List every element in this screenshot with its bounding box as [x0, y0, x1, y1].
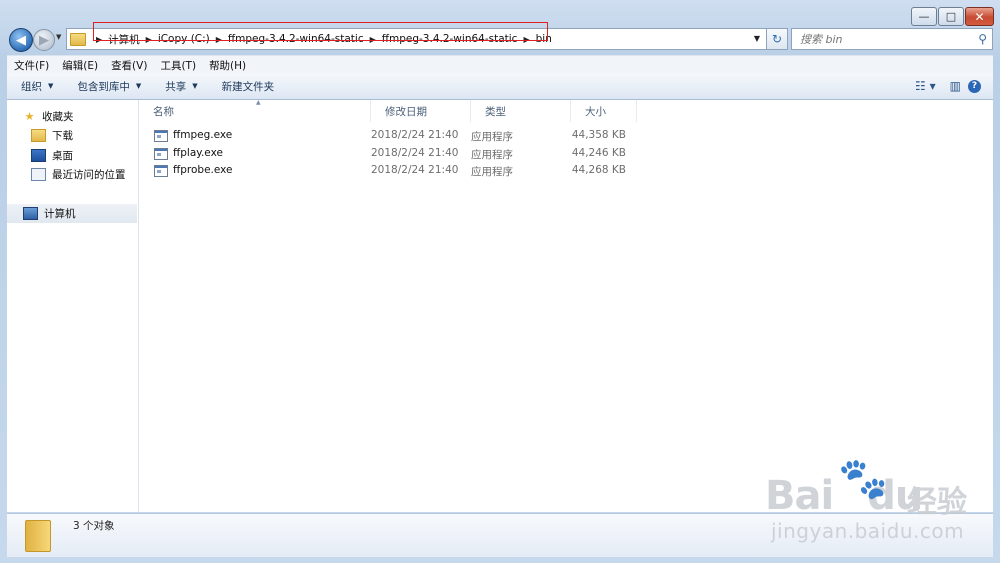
file-type: 应用程序 [471, 149, 513, 161]
file-type: 应用程序 [471, 166, 513, 178]
watermark-url: jingyan.baidu.com [771, 519, 965, 543]
include-in-library-label: 包含到库中 [77, 80, 130, 93]
explorer-window: — □ ✕ ◀ ▶ ▼ ▶ 计算机 ▶ iCopy (C:) ▶ ffmpeg-… [0, 0, 1000, 563]
column-header-type[interactable]: 类型 [471, 100, 571, 122]
column-header-label: 大小 [585, 105, 606, 118]
recent-places-icon [31, 168, 46, 181]
column-header-label: 名称 [153, 105, 174, 118]
file-type: 应用程序 [471, 131, 513, 143]
item-count-status: 3 个对象 [73, 520, 115, 532]
forward-button[interactable]: ▶ [33, 29, 55, 51]
toolbar-right-group: ☷ ▾ ▥ ? [908, 73, 993, 99]
command-bar: 组织 ▼ 包含到库中 ▼ 共享 ▼ 新建文件夹 ☷ ▾ ▥ ? [7, 73, 993, 100]
recent-pages-dropdown[interactable]: ▼ [56, 33, 61, 41]
file-row[interactable]: ffplay.exe 2018/2/24 21:40 应用程序 44,246 K… [139, 145, 639, 163]
application-icon [154, 148, 168, 160]
column-header-name[interactable]: 名称 [139, 100, 371, 122]
file-name: ffprobe.exe [173, 164, 233, 176]
column-header-label: 修改日期 [385, 105, 427, 118]
sidebar-item-computer[interactable]: 计算机 [23, 206, 76, 221]
column-header-label: 类型 [485, 105, 506, 118]
sidebar-item-recent[interactable]: 最近访问的位置 [31, 167, 126, 182]
new-folder-label: 新建文件夹 [221, 80, 275, 93]
close-button[interactable]: ✕ [965, 7, 994, 26]
search-input[interactable] [798, 32, 967, 47]
sidebar-item-desktop[interactable]: 桌面 [31, 148, 73, 163]
menu-edit[interactable]: 编辑(E) [55, 58, 104, 73]
back-button[interactable]: ◀ [9, 28, 33, 52]
sidebar-item-downloads[interactable]: 下载 [31, 128, 73, 143]
share-button[interactable]: 共享 ▼ [151, 79, 207, 94]
content-area: ★ 收藏夹 下载 桌面 最近访问的位置 计算机 ▲ 名称 修改日期 类型 大小 … [7, 99, 993, 512]
column-header-size[interactable]: 大小 [571, 100, 637, 122]
paw-logo-icon: 🐾 [838, 456, 888, 502]
computer-icon [23, 207, 38, 220]
chevron-down-icon: ▼ [192, 82, 198, 90]
view-options-icon[interactable]: ☷ ▾ [915, 79, 936, 93]
search-icon[interactable]: ⚲ [978, 32, 987, 46]
file-date: 2018/2/24 21:40 [371, 164, 459, 176]
include-in-library-button[interactable]: 包含到库中 ▼ [63, 79, 151, 94]
file-row[interactable]: ffprobe.exe 2018/2/24 21:40 应用程序 44,268 … [139, 162, 639, 180]
file-row[interactable]: ffmpeg.exe 2018/2/24 21:40 应用程序 44,358 K… [139, 127, 639, 145]
preview-pane-icon[interactable]: ▥ [950, 79, 961, 93]
organize-button[interactable]: 组织 ▼ [7, 79, 63, 94]
address-dropdown-icon[interactable]: ▼ [754, 34, 760, 43]
sidebar-item-label: 下载 [52, 130, 73, 142]
menu-tools[interactable]: 工具(T) [153, 58, 202, 73]
help-icon[interactable]: ? [968, 79, 981, 93]
minimize-icon: — [918, 10, 930, 23]
sidebar-item-label: 最近访问的位置 [52, 169, 126, 181]
menu-help[interactable]: 帮助(H) [202, 58, 252, 73]
back-arrow-icon: ◀ [16, 32, 26, 48]
organize-label: 组织 [21, 80, 42, 93]
desktop-icon [31, 149, 46, 162]
navigation-pane: ★ 收藏夹 下载 桌面 最近访问的位置 计算机 [7, 100, 139, 512]
menu-bar: 文件(F) 编辑(E) 查看(V) 工具(T) 帮助(H) [7, 55, 993, 74]
file-size: 44,268 KB [571, 164, 626, 176]
sidebar-item-label: 计算机 [44, 208, 76, 220]
sidebar-item-label: 桌面 [52, 150, 73, 162]
menu-file[interactable]: 文件(F) [7, 58, 55, 73]
application-icon [154, 130, 168, 142]
application-icon [154, 165, 168, 177]
star-icon: ★ [24, 110, 35, 123]
baidu-jingyan-watermark: Bai du 🐾 经验 jingyan.baidu.com [765, 455, 995, 555]
menu-view[interactable]: 查看(V) [104, 58, 153, 73]
chevron-down-icon: ▼ [135, 82, 142, 90]
watermark-brand-part1: Bai [765, 473, 834, 519]
column-header-date[interactable]: 修改日期 [371, 100, 471, 122]
downloads-folder-icon [31, 129, 46, 142]
file-list: ▲ 名称 修改日期 类型 大小 ffmpeg.exe 2018/2/24 21:… [139, 99, 993, 512]
share-label: 共享 [165, 80, 187, 93]
file-name: ffplay.exe [173, 147, 223, 159]
sidebar-item-favorites[interactable]: ★ 收藏夹 [23, 109, 74, 124]
forward-arrow-icon: ▶ [39, 32, 49, 48]
watermark-jingyan: 经验 [907, 485, 967, 520]
file-size: 44,358 KB [571, 129, 626, 141]
search-box[interactable]: ⚲ [791, 28, 993, 50]
maximize-icon: □ [945, 10, 957, 23]
refresh-icon: ↻ [771, 32, 783, 46]
refresh-button[interactable]: ↻ [766, 28, 788, 50]
file-name: ffmpeg.exe [173, 129, 233, 141]
sidebar-item-label: 收藏夹 [42, 111, 74, 123]
new-folder-button[interactable]: 新建文件夹 [208, 79, 285, 94]
minimize-button[interactable]: — [911, 7, 937, 26]
maximize-button[interactable]: □ [938, 7, 964, 26]
file-date: 2018/2/24 21:40 [371, 129, 459, 141]
folder-icon [70, 32, 86, 46]
file-date: 2018/2/24 21:40 [371, 147, 459, 159]
file-size: 44,246 KB [571, 147, 626, 159]
chevron-down-icon: ▼ [48, 82, 54, 90]
annotation-highlight-box [93, 22, 548, 41]
close-icon: ✕ [974, 9, 985, 24]
folder-icon [25, 520, 51, 552]
